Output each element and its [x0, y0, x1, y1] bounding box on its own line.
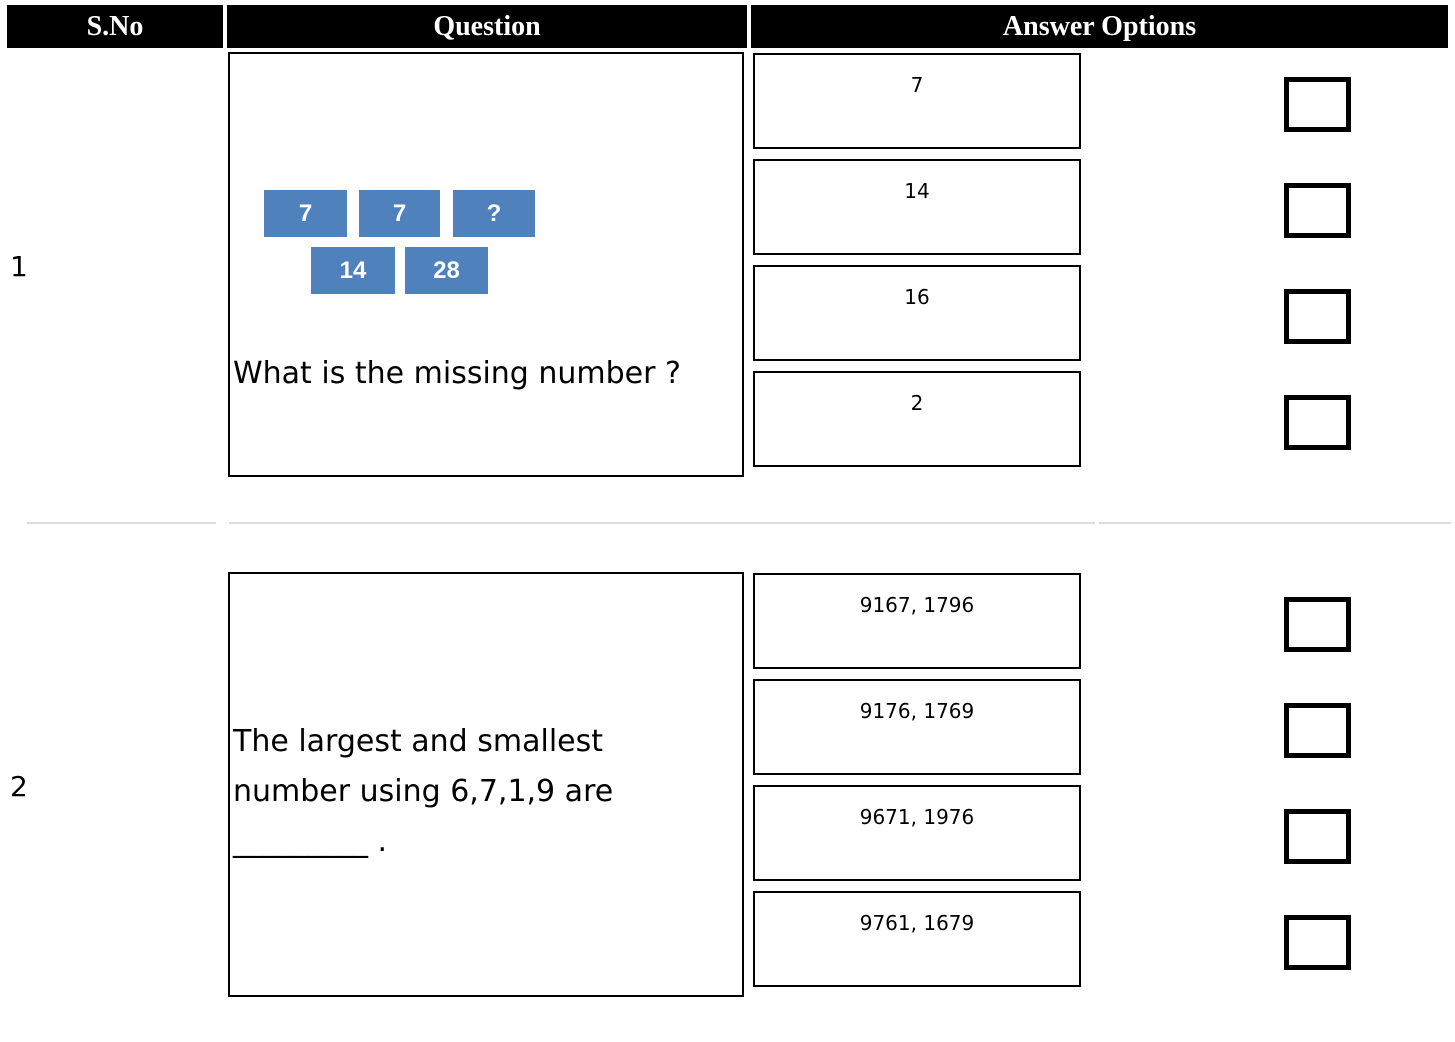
question-1-option-1: 7 [753, 53, 1081, 149]
figure-tile: 7 [359, 190, 440, 237]
question-2-option-4-checkbox[interactable] [1284, 915, 1351, 970]
row-divider [1099, 522, 1451, 524]
question-2-option-2-checkbox[interactable] [1284, 703, 1351, 758]
question-2-text: The largest and smallest number using 6,… [233, 724, 614, 859]
question-1-option-3-checkbox[interactable] [1284, 289, 1351, 344]
question-1-option-2: 14 [753, 159, 1081, 255]
question-2-option-1: 9167, 1796 [753, 573, 1081, 669]
question-2-number: 2 [10, 770, 28, 803]
question-2-option-3-checkbox[interactable] [1284, 809, 1351, 864]
question-2-option-4: 9761, 1679 [753, 891, 1081, 987]
question-1-option-1-checkbox[interactable] [1284, 77, 1351, 132]
figure-tile: 14 [311, 247, 395, 294]
question-2-option-3: 9671, 1976 [753, 785, 1081, 881]
figure-tile: ? [453, 190, 535, 237]
question-1-option-4: 2 [753, 371, 1081, 467]
header-sno: S.No [7, 5, 223, 48]
question-1-box: 7 7 ? 14 28 What is the missing number ? [228, 52, 744, 477]
question-2-box: The largest and smallest number using 6,… [228, 572, 744, 997]
row-divider [229, 522, 1095, 524]
question-1-text: What is the missing number ? [233, 356, 681, 391]
question-1-number: 1 [10, 250, 28, 283]
question-2-option-1-checkbox[interactable] [1284, 597, 1351, 652]
header-sno-label: S.No [86, 10, 144, 42]
question-2-option-2: 9176, 1769 [753, 679, 1081, 775]
question-1-option-3: 16 [753, 265, 1081, 361]
header-answer-options: Answer Options [751, 5, 1448, 48]
question-1-option-4-checkbox[interactable] [1284, 395, 1351, 450]
question-1-option-2-checkbox[interactable] [1284, 183, 1351, 238]
figure-tile: 28 [405, 247, 488, 294]
header-answer-options-label: Answer Options [1002, 10, 1197, 42]
row-divider [27, 522, 216, 524]
figure-tile: 7 [264, 190, 347, 237]
header-question: Question [227, 5, 747, 48]
header-question-label: Question [433, 10, 541, 42]
